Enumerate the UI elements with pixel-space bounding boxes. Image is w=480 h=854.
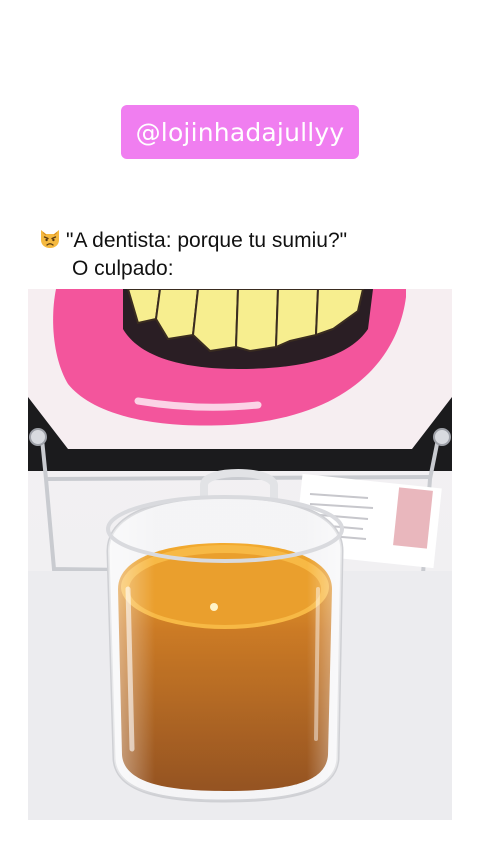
caption-line-1-text: "A dentista: porque tu sumiu?"	[66, 229, 348, 252]
meme-caption: "A dentista: porque tu sumiu?" O culpado…	[38, 226, 458, 283]
watermark-handle-text: @lojinhadajullyy	[135, 117, 345, 147]
tea-glass-photo-icon	[28, 289, 452, 820]
meme-photo	[28, 289, 452, 820]
caption-line-2: O culpado:	[72, 257, 174, 280]
watermark-handle-tag: @lojinhadajullyy	[121, 105, 359, 159]
angry-cat-emoji-icon	[41, 230, 59, 248]
caption-line-1: "A dentista: porque tu sumiu?"	[38, 226, 458, 255]
